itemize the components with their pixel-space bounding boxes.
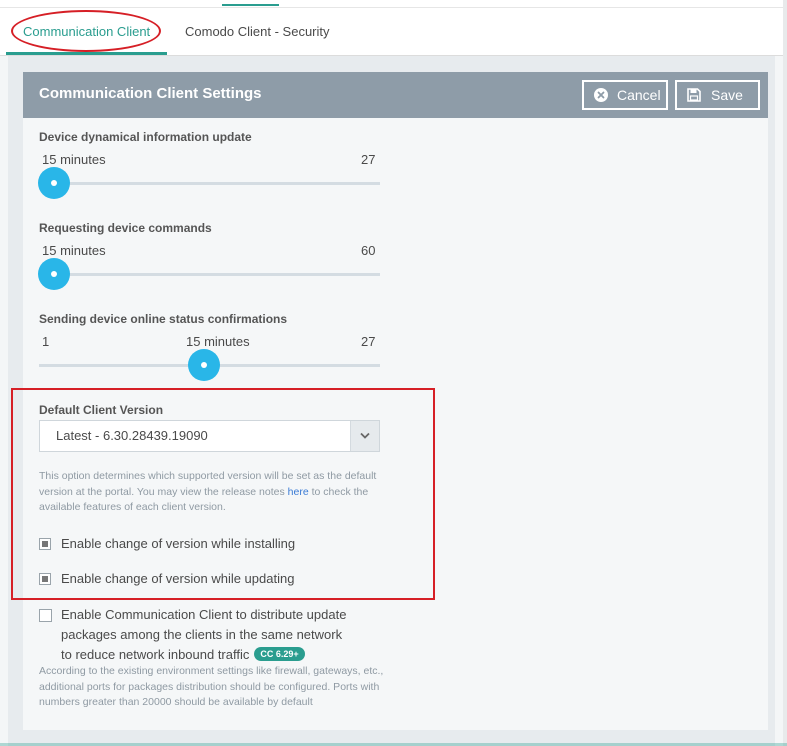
top-strip xyxy=(0,0,787,8)
floppy-disk-icon xyxy=(687,88,701,102)
client-version-dropdown-button[interactable] xyxy=(350,421,379,451)
online-status-label: Sending device online status confirmatio… xyxy=(39,312,288,326)
online-status-min: 1 xyxy=(42,334,50,349)
release-notes-link[interactable]: here xyxy=(288,486,309,498)
tab-comodo-client-security[interactable]: Comodo Client - Security xyxy=(185,8,330,55)
x-circle-icon xyxy=(594,88,608,102)
device-info-update-track[interactable] xyxy=(39,182,380,185)
device-commands-slider-thumb[interactable] xyxy=(38,258,70,290)
online-status-current: 15 minutes xyxy=(186,334,250,349)
online-status-slider-thumb[interactable] xyxy=(187,349,220,381)
device-commands-track[interactable] xyxy=(39,273,380,276)
device-info-update-current: 15 minutes xyxy=(42,152,106,167)
save-label: Save xyxy=(711,87,743,103)
card-header: Communication Client Settings Cancel Sav… xyxy=(23,72,768,118)
device-info-update-max: 27 xyxy=(361,152,376,167)
settings-card: Communication Client Settings Cancel Sav… xyxy=(23,72,768,730)
change-version-updating-label: Enable change of version while updating xyxy=(61,571,295,586)
device-commands-current: 15 minutes xyxy=(42,243,106,258)
card-title: Communication Client Settings xyxy=(39,85,262,102)
cancel-label: Cancel xyxy=(617,87,661,103)
save-button[interactable]: Save xyxy=(675,80,760,110)
distribute-updates-line-3: to reduce network inbound traffic xyxy=(61,647,250,662)
client-version-help-text: This option determines which supported v… xyxy=(39,470,377,513)
distribute-help-text: According to the existing environment se… xyxy=(39,665,384,708)
change-version-installing-label: Enable change of version while installin… xyxy=(61,536,296,551)
online-status-max: 27 xyxy=(361,334,376,349)
distribute-updates-checkbox[interactable] xyxy=(39,609,52,622)
client-version-selected: Latest - 6.30.28439.19090 xyxy=(56,428,208,443)
distribute-updates-line-2: packages among the clients in the same n… xyxy=(61,627,343,642)
top-accent-line xyxy=(222,4,279,6)
tab-communication-client[interactable]: Communication Client xyxy=(23,8,150,55)
distribute-updates-line-1: Enable Communication Client to distribut… xyxy=(61,607,347,622)
distribute-updates-line-3-wrap: to reduce network inbound traffic CC 6.29… xyxy=(61,647,305,662)
version-badge: CC 6.29+ xyxy=(254,647,305,661)
device-commands-label: Requesting device commands xyxy=(39,221,212,235)
device-info-update-label: Device dynamical information update xyxy=(39,130,252,144)
chevron-down-icon xyxy=(360,432,370,439)
device-commands-max: 60 xyxy=(361,243,376,258)
cancel-button[interactable]: Cancel xyxy=(582,80,668,110)
client-version-select[interactable]: Latest - 6.30.28439.19090 xyxy=(39,420,380,452)
device-info-update-slider-thumb[interactable] xyxy=(38,167,70,199)
change-version-installing-checkbox[interactable] xyxy=(39,538,51,550)
change-version-updating-checkbox[interactable] xyxy=(39,573,51,585)
default-client-version-label: Default Client Version xyxy=(39,403,164,417)
tab-bar: Communication Client Comodo Client - Sec… xyxy=(0,8,787,56)
active-tab-indicator xyxy=(6,52,167,55)
scrollbar-track[interactable] xyxy=(783,0,787,746)
